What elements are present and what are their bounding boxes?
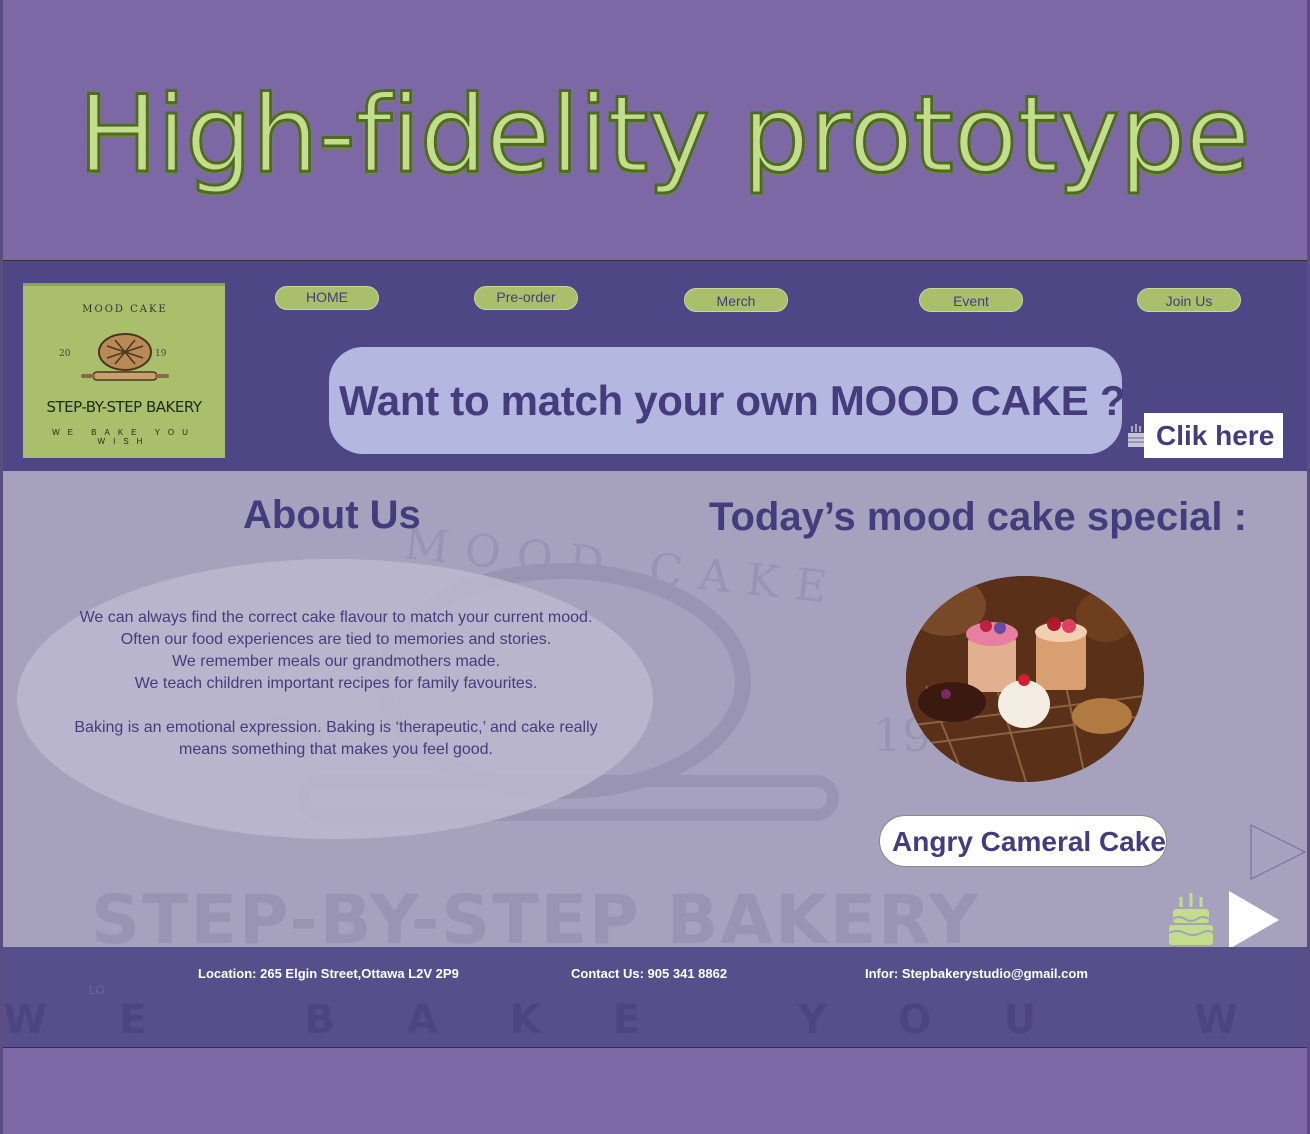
play-next-icon[interactable]: [1227, 889, 1281, 951]
logo-brand: STEP-BY-STEP BAKERY: [46, 398, 203, 416]
logo-arc-text: MOOD CAKE: [82, 304, 168, 315]
cake-name-label[interactable]: Angry Cameral Cake: [879, 815, 1167, 867]
about-line: Often our food experiences are tied to m…: [120, 631, 552, 648]
site-header: MOOD CAKE 20 19 STEP-BY-STEP BAKERY WE B…: [3, 261, 1307, 471]
footer-contact: Contact Us: 905 341 8862: [571, 966, 728, 981]
special-heading: Today’s mood cake special :: [709, 495, 1247, 539]
cake-photo-illustration: [906, 576, 1144, 782]
bakery-logo[interactable]: MOOD CAKE 20 19 STEP-BY-STEP BAKERY WE B…: [23, 283, 225, 458]
about-line: We teach children important recipes for …: [134, 675, 538, 692]
nav-event[interactable]: Event: [919, 288, 1023, 312]
about-line: We can always find the correct cake flav…: [79, 609, 593, 626]
click-here-button[interactable]: Clik here: [1144, 413, 1283, 458]
nav-join-us[interactable]: Join Us: [1137, 288, 1241, 312]
website-mockup: MOOD CAKE 20 19 STEP-BY-STEP BAKERY WE B…: [3, 260, 1307, 1048]
about-text: We can always find the correct cake flav…: [57, 607, 615, 761]
about-line: Baking is an emotional expression. Bakin…: [74, 719, 598, 758]
nav-merch[interactable]: Merch: [684, 288, 788, 312]
about-line: We remember meals our grandmothers made.: [172, 653, 500, 670]
footer-email[interactable]: Infor: Stepbakerystudio@gmail.com: [865, 966, 1088, 981]
slide-title: High-fidelity prototype: [77, 70, 1253, 200]
footer-tagline: WE BAKE YOU WISH: [3, 997, 1307, 1043]
cake-name-text: Angry Cameral Cake: [892, 826, 1166, 857]
about-line-spacer: [57, 695, 615, 717]
cake-photo[interactable]: [906, 576, 1144, 782]
footer-location: Location: 265 Elgin Street,Ottawa L2V 2P…: [198, 966, 459, 981]
logo-tagline: WE BAKE YOU WISH: [52, 428, 196, 446]
hero-banner: Want to match your own MOOD CAKE ?: [329, 347, 1126, 454]
cake-icon: [1168, 893, 1214, 945]
nav-home[interactable]: HOME: [275, 286, 379, 310]
nav-pre-order[interactable]: Pre-order: [474, 286, 578, 310]
site-footer: WE BAKE YOU WISH LO Location: 265 Elgin …: [3, 947, 1307, 1047]
footer-lo-mark: LO: [89, 983, 106, 997]
bread-icon: [81, 333, 169, 381]
play-outline-icon[interactable]: [1249, 823, 1307, 881]
about-heading: About Us: [243, 493, 421, 537]
hero-text: Want to match your own MOOD CAKE ?: [339, 377, 1126, 424]
